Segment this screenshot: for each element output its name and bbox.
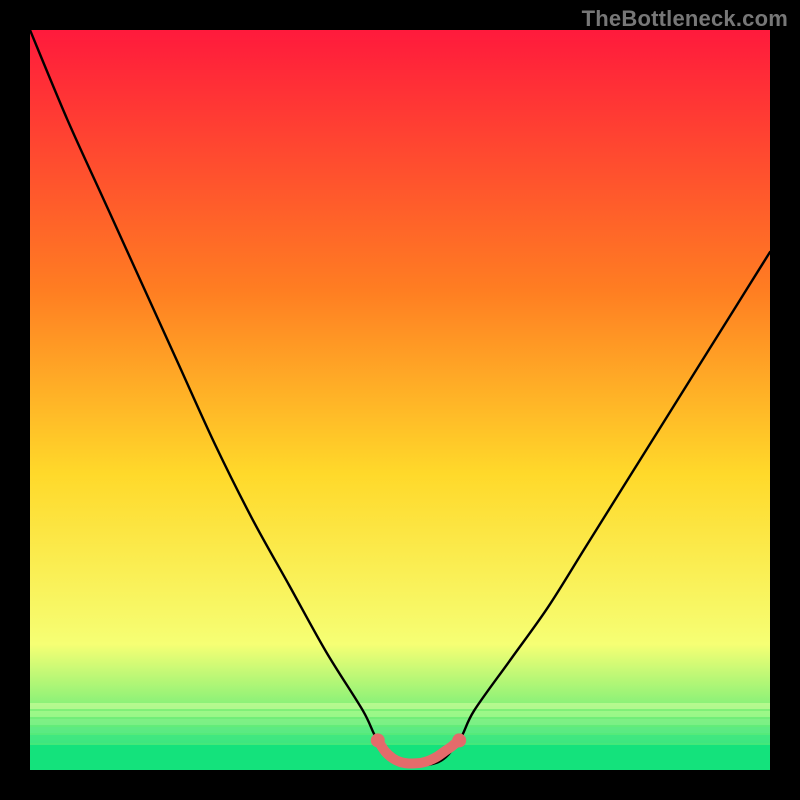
chart-frame: TheBottleneck.com (0, 0, 800, 800)
gradient-background (30, 30, 770, 770)
plot-area (30, 30, 770, 770)
bottleneck-chart (30, 30, 770, 770)
ideal-zone-dot-left (371, 733, 385, 747)
ideal-zone-dot-right (452, 733, 466, 747)
watermark-text: TheBottleneck.com (582, 6, 788, 32)
